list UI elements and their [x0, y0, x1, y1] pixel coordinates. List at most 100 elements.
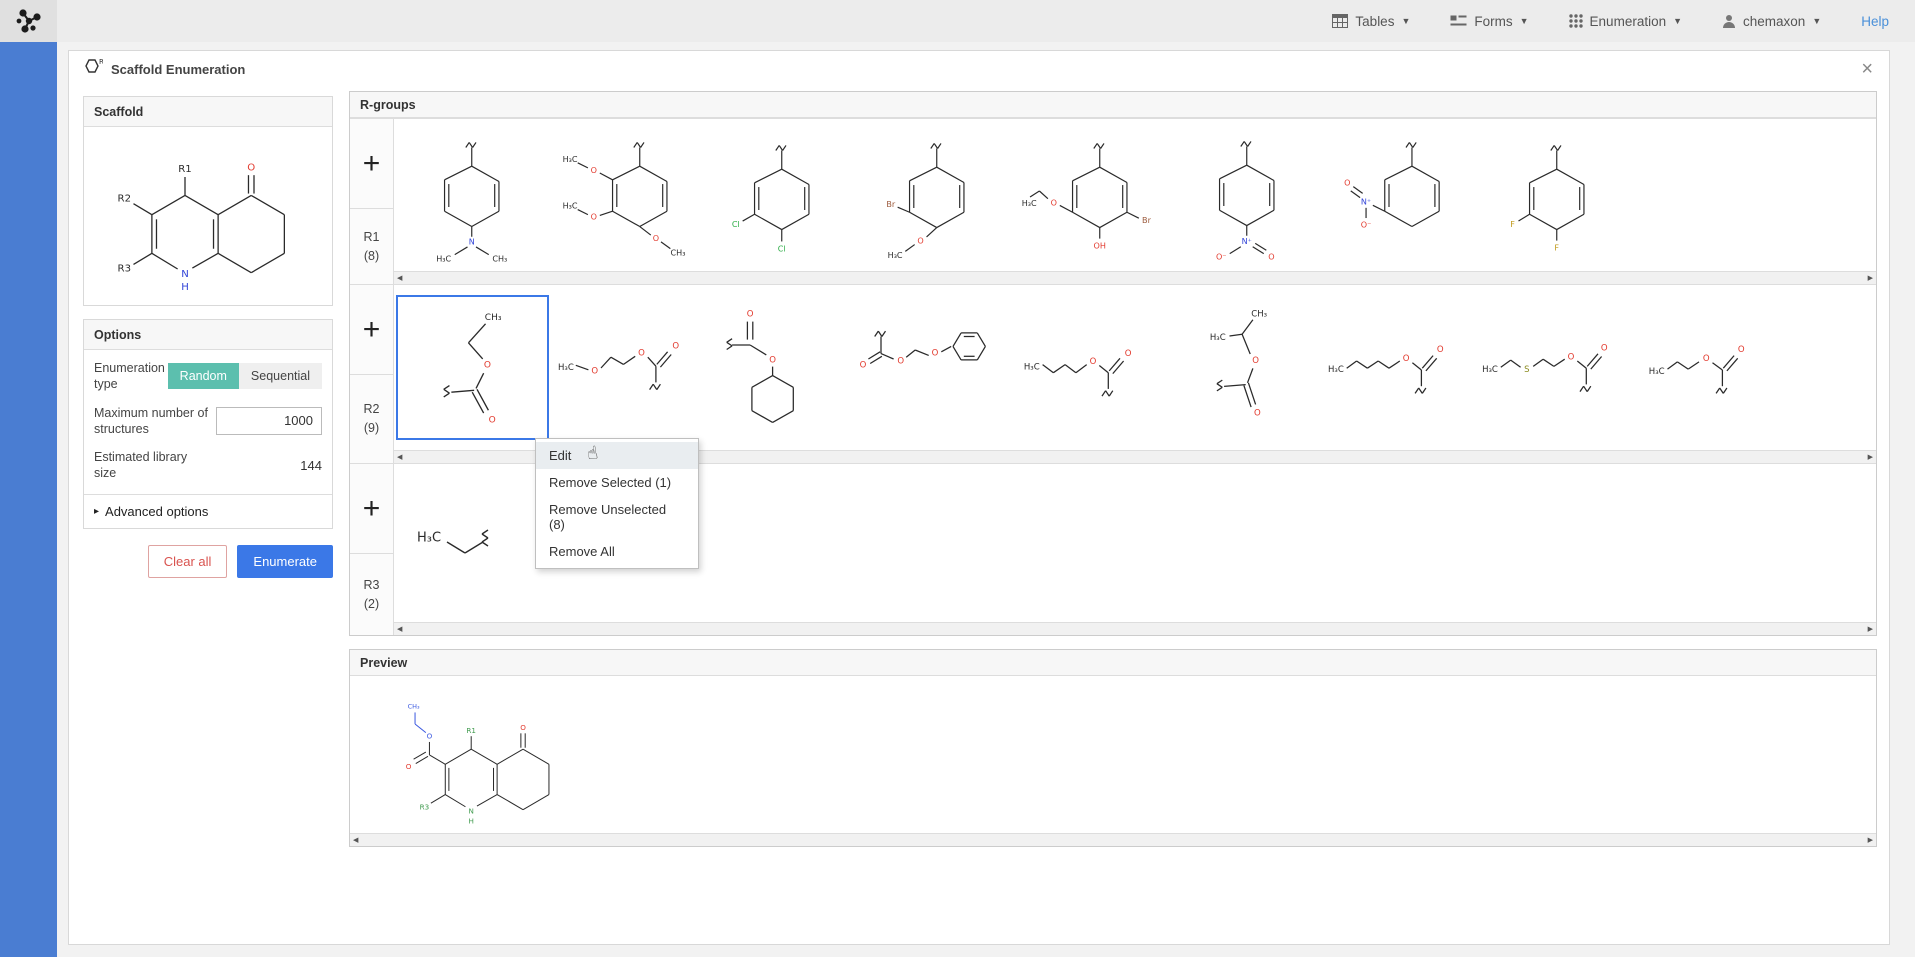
structure-r2-4[interactable]: OOO — [860, 285, 1015, 450]
svg-text:O: O — [769, 355, 776, 365]
svg-text:H: H — [468, 817, 473, 826]
context-menu-remove-selected[interactable]: Remove Selected (1) — [536, 469, 698, 496]
structure-context-menu: Edit Remove Selected (1) Remove Unselect… — [535, 438, 699, 569]
svg-text:O: O — [1703, 354, 1710, 364]
svg-text:N: N — [181, 269, 189, 280]
scroll-left-icon: ◀ — [397, 454, 402, 461]
svg-text:O: O — [1254, 408, 1261, 418]
tables-icon — [1332, 14, 1348, 28]
random-toggle-button[interactable]: Random — [168, 363, 239, 389]
structure-r1-1[interactable]: NH₃CCH₃ — [394, 119, 549, 271]
svg-text:H₃C: H₃C — [436, 254, 451, 263]
svg-text:O: O — [484, 361, 491, 371]
svg-text:O: O — [1738, 345, 1745, 355]
svg-text:H₃C: H₃C — [562, 202, 577, 211]
svg-text:H₃C: H₃C — [1210, 333, 1226, 343]
scroll-right-icon: ▶ — [1868, 454, 1873, 461]
structure-r3-1[interactable]: H₃C — [394, 464, 549, 622]
rgroup-row-r1: + R1(8) NH₃CCH₃ OH₃COH₃COCH₃ ClCl BrOH₃C… — [350, 118, 1876, 284]
dialog-title-bar: R Scaffold Enumeration × — [69, 51, 1889, 87]
svg-text:N⁺: N⁺ — [1241, 237, 1251, 246]
add-r1-structure-button[interactable]: + — [350, 119, 393, 209]
svg-text:O: O — [917, 236, 923, 245]
r1-horizontal-scrollbar[interactable]: ◀▶ — [394, 271, 1876, 284]
structure-r2-2[interactable]: H₃COOO — [550, 285, 705, 450]
enumeration-icon — [1569, 14, 1583, 28]
svg-text:CH₃: CH₃ — [485, 313, 502, 323]
svg-text:H₃C: H₃C — [1649, 367, 1665, 377]
svg-text:OH: OH — [1094, 242, 1106, 251]
svg-text:O: O — [1344, 179, 1350, 188]
structure-r1-6[interactable]: N⁺OO⁻ — [1169, 119, 1324, 271]
user-icon — [1722, 14, 1736, 28]
svg-text:O: O — [247, 162, 255, 173]
nav-enumeration[interactable]: Enumeration ▼ — [1569, 14, 1682, 29]
help-link[interactable]: Help — [1861, 14, 1889, 29]
options-panel-header: Options — [84, 320, 332, 350]
svg-text:H: H — [181, 282, 189, 293]
structure-r1-7[interactable]: N⁺OO⁻ — [1324, 119, 1479, 271]
chevron-down-icon: ▼ — [1520, 16, 1529, 26]
nav-user-label: chemaxon — [1743, 14, 1805, 29]
svg-text:O: O — [1252, 356, 1259, 366]
rgroups-panel-header: R-groups — [350, 92, 1876, 118]
advanced-options-toggle[interactable]: ▸ Advanced options — [84, 494, 332, 528]
structure-r2-9[interactable]: H₃C O O — [1635, 285, 1790, 450]
svg-text:R2: R2 — [118, 193, 131, 204]
structure-r1-8[interactable]: FF — [1479, 119, 1634, 271]
nav-tables[interactable]: Tables ▼ — [1332, 14, 1410, 29]
structure-r2-1-selected[interactable]: CH₃OO — [396, 295, 549, 440]
context-menu-remove-unselected[interactable]: Remove Unselected (8) — [536, 496, 698, 538]
r3-horizontal-scrollbar[interactable]: ◀▶ — [394, 622, 1876, 635]
svg-text:R1: R1 — [466, 726, 476, 735]
nav-forms[interactable]: Forms ▼ — [1450, 14, 1528, 29]
structure-r2-6[interactable]: CH₃H₃COO — [1170, 285, 1325, 450]
add-r2-structure-button[interactable]: + — [350, 285, 393, 375]
context-menu-edit[interactable]: Edit — [536, 442, 698, 469]
svg-text:O: O — [406, 762, 412, 771]
nav-tables-label: Tables — [1355, 14, 1394, 29]
context-menu-remove-all[interactable]: Remove All — [536, 538, 698, 565]
svg-text:O: O — [1124, 349, 1131, 359]
svg-text:O: O — [427, 732, 433, 741]
svg-text:H₃C: H₃C — [887, 251, 902, 260]
max-structures-input[interactable] — [216, 407, 322, 435]
preview-horizontal-scrollbar[interactable]: ◀▶ — [350, 833, 1876, 846]
close-icon[interactable]: × — [1861, 59, 1873, 79]
structure-r2-3[interactable]: OO — [705, 285, 860, 450]
enumerate-button[interactable]: Enumerate — [237, 545, 333, 578]
scaffold-panel-header: Scaffold — [84, 97, 332, 127]
structure-r1-2[interactable]: OH₃COH₃COCH₃ — [549, 119, 704, 271]
svg-text:O: O — [1403, 354, 1410, 364]
nav-user[interactable]: chemaxon ▼ — [1722, 14, 1821, 29]
structure-r1-4[interactable]: BrOH₃C — [859, 119, 1014, 271]
svg-text:S: S — [1524, 365, 1529, 375]
estimated-library-label: Estimated library size — [94, 449, 212, 482]
scaffold-structure[interactable]: NHR1R2R3O — [93, 131, 323, 301]
svg-text:O: O — [1089, 357, 1096, 367]
preview-structure: OR1R3NHOOCH₃ — [356, 675, 594, 833]
enumeration-type-label: Enumeration type — [94, 360, 168, 393]
scroll-right-icon: ▶ — [1868, 275, 1873, 282]
svg-text:Cl: Cl — [778, 244, 786, 253]
svg-text:Cl: Cl — [732, 220, 740, 229]
sequential-toggle-button[interactable]: Sequential — [239, 363, 322, 389]
advanced-options-label: Advanced options — [105, 504, 208, 519]
svg-text:O: O — [590, 213, 596, 222]
svg-text:H₃C: H₃C — [416, 530, 440, 545]
svg-text:O: O — [1268, 252, 1274, 261]
svg-text:H₃C: H₃C — [562, 155, 577, 164]
svg-text:O: O — [860, 360, 867, 370]
structure-r2-5[interactable]: H₃COO — [1015, 285, 1170, 450]
structure-r1-5[interactable]: BrOH₃COH — [1014, 119, 1169, 271]
svg-text:R3: R3 — [420, 803, 430, 812]
structure-r1-3[interactable]: Cl Cl — [704, 119, 859, 271]
svg-text:F: F — [1554, 244, 1559, 253]
app-logo-icon[interactable] — [0, 0, 57, 42]
scroll-left-icon: ◀ — [397, 626, 402, 633]
add-r3-structure-button[interactable]: + — [350, 464, 393, 554]
structure-r2-8[interactable]: H₃CSOO — [1480, 285, 1635, 450]
clear-all-button[interactable]: Clear all — [148, 545, 228, 578]
structure-r2-7[interactable]: H₃COO — [1325, 285, 1480, 450]
svg-text:O: O — [932, 348, 939, 358]
